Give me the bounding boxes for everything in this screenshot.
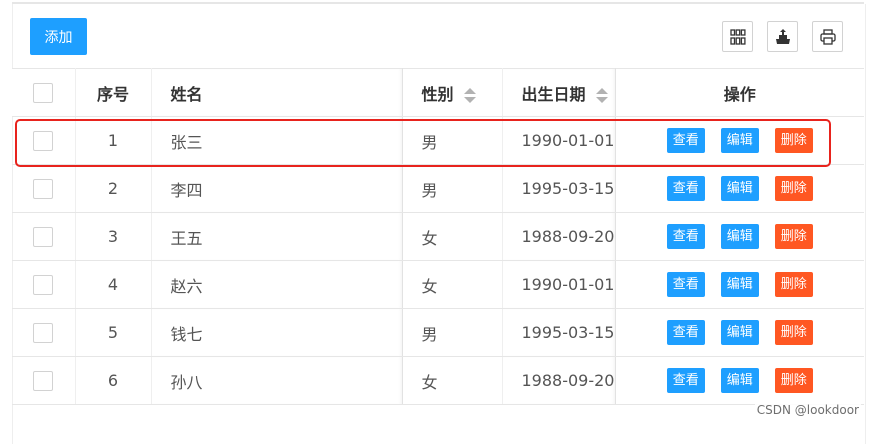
header-birth-label: 出生日期 — [521, 84, 586, 104]
edit-button[interactable]: 编辑 — [720, 320, 759, 345]
edit-button[interactable]: 编辑 — [720, 176, 759, 201]
print-icon — [819, 28, 836, 45]
header-actions: 操作 — [615, 68, 864, 117]
row-gender: 女 — [402, 356, 503, 405]
sort-icon[interactable] — [595, 87, 608, 103]
row-gender: 男 — [402, 308, 503, 357]
edit-button[interactable]: 编辑 — [720, 368, 759, 393]
row-gender: 女 — [402, 260, 503, 309]
delete-button[interactable]: 删除 — [774, 224, 813, 249]
header-gender-label: 性别 — [421, 84, 454, 104]
edit-button[interactable]: 编辑 — [720, 128, 759, 153]
row-birth: 1995-03-15 — [502, 164, 616, 213]
delete-button[interactable]: 删除 — [774, 128, 813, 153]
view-button[interactable]: 查看 — [666, 320, 705, 345]
table-row: 2 李四 男 1995-03-15 查看 编辑 删除 — [12, 164, 864, 213]
view-button[interactable]: 查看 — [666, 224, 705, 249]
delete-button[interactable]: 删除 — [774, 368, 813, 393]
print-button[interactable] — [812, 21, 843, 52]
row-gender: 男 — [402, 116, 503, 165]
table-row: 4 赵六 女 1990-01-01 查看 编辑 删除 — [12, 260, 864, 309]
edit-button[interactable]: 编辑 — [720, 272, 759, 297]
row-index: 3 — [75, 212, 152, 261]
row-index: 5 — [75, 308, 152, 357]
row-name: 张三 — [151, 116, 403, 165]
row-birth: 1990-01-01 — [502, 260, 616, 309]
view-button[interactable]: 查看 — [666, 272, 705, 297]
view-button[interactable]: 查看 — [666, 176, 705, 201]
row-birth: 1988-09-20 — [502, 356, 616, 405]
header-birth[interactable]: 出生日期 — [502, 68, 616, 117]
row-name: 钱七 — [151, 308, 403, 357]
row-index: 1 — [75, 116, 152, 165]
header-name: 姓名 — [151, 68, 403, 117]
row-checkbox[interactable] — [33, 322, 54, 343]
row-name: 李四 — [151, 164, 403, 213]
table-header-row: 序号 姓名 性别 出生日期 操作 — [12, 68, 864, 117]
export-button[interactable] — [767, 21, 798, 52]
add-button[interactable]: 添加 — [30, 18, 87, 55]
view-button[interactable]: 查看 — [666, 368, 705, 393]
row-checkbox[interactable] — [33, 370, 54, 391]
table-row: 1 张三 男 1990-01-01 查看 编辑 删除 — [12, 116, 864, 165]
row-checkbox[interactable] — [33, 178, 54, 199]
row-name: 王五 — [151, 212, 403, 261]
row-birth: 1990-01-01 — [502, 116, 616, 165]
columns-filter-button[interactable] — [722, 21, 753, 52]
row-index: 4 — [75, 260, 152, 309]
delete-button[interactable]: 删除 — [774, 272, 813, 297]
edit-button[interactable]: 编辑 — [720, 224, 759, 249]
row-name: 赵六 — [151, 260, 403, 309]
sort-icon[interactable] — [463, 87, 476, 103]
header-index: 序号 — [75, 68, 152, 117]
view-button[interactable]: 查看 — [666, 128, 705, 153]
select-all-checkbox[interactable] — [33, 82, 54, 103]
row-name: 孙八 — [151, 356, 403, 405]
row-checkbox[interactable] — [33, 226, 54, 247]
delete-button[interactable]: 删除 — [774, 176, 813, 201]
row-birth: 1995-03-15 — [502, 308, 616, 357]
row-index: 2 — [75, 164, 152, 213]
row-gender: 女 — [402, 212, 503, 261]
header-gender[interactable]: 性别 — [402, 68, 503, 117]
header-select-all — [12, 68, 76, 117]
table-row: 6 孙八 女 1988-09-20 查看 编辑 删除 — [12, 356, 864, 405]
row-checkbox[interactable] — [33, 274, 54, 295]
delete-button[interactable]: 删除 — [774, 320, 813, 345]
row-checkbox[interactable] — [33, 130, 54, 151]
watermark: CSDN @lookdoor — [754, 402, 861, 418]
row-index: 6 — [75, 356, 152, 405]
export-icon — [775, 28, 790, 44]
table-row: 5 钱七 男 1995-03-15 查看 编辑 删除 — [12, 308, 864, 357]
row-gender: 男 — [402, 164, 503, 213]
data-table: 序号 姓名 性别 出生日期 操作 1 张三 男 1990-01-01 查看 编辑删… — [12, 68, 864, 405]
columns-grid-icon — [729, 28, 746, 45]
row-birth: 1988-09-20 — [502, 212, 616, 261]
table-row: 3 王五 女 1988-09-20 查看 编辑 删除 — [12, 212, 864, 261]
